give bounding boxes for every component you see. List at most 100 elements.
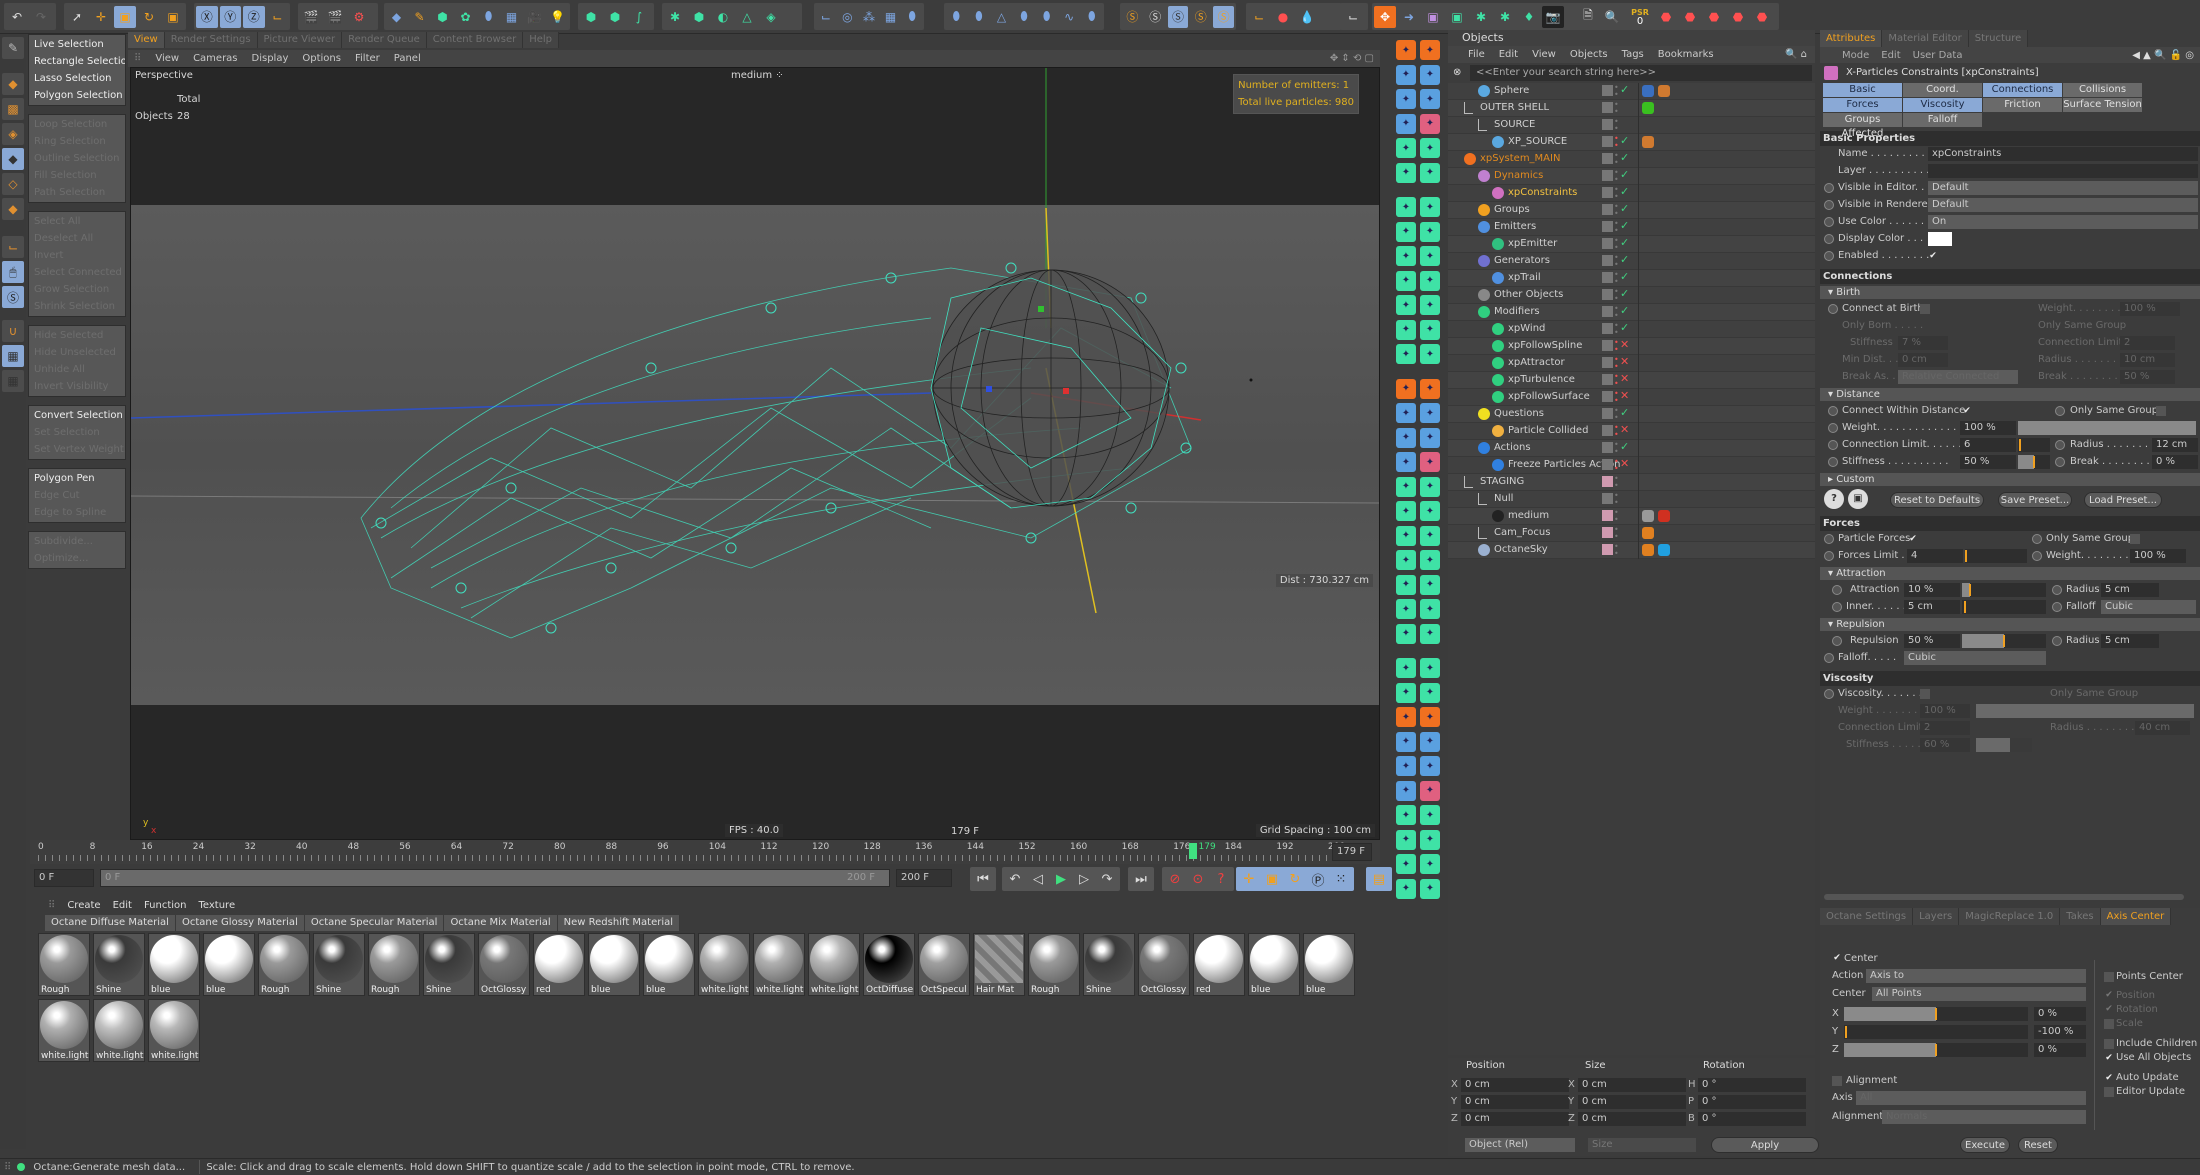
birth-stiffness-field[interactable]: 7 % [1898, 336, 1948, 350]
pointer-icon[interactable]: ➚ [66, 6, 88, 28]
tab-structure[interactable]: Structure [1968, 30, 2029, 47]
repulsion-group[interactable]: ▾ Repulsion [1820, 618, 2200, 631]
tab-axis-center[interactable]: Axis Center [2100, 908, 2172, 925]
cloner-icon[interactable]: ⬢ [580, 6, 602, 28]
reset-defaults-button[interactable]: Reset to Defaults [1890, 492, 1984, 508]
object-tag-icon[interactable] [1658, 544, 1670, 556]
apply-button[interactable]: Apply [1711, 1137, 1819, 1153]
anim-radio[interactable] [1832, 585, 1842, 595]
go-to-end-icon[interactable]: ⏭ [1131, 869, 1151, 889]
birth-group[interactable]: ▾ Birth [1820, 286, 2200, 299]
menu-item-hide-unselected[interactable]: Hide Unselected [29, 344, 125, 361]
tab-picture-viewer[interactable]: Picture Viewer [257, 32, 343, 48]
layer-visibility-toggle[interactable] [1602, 527, 1613, 538]
viewport-menu-filter[interactable]: Filter [355, 53, 380, 64]
distance-conn-limit-slider[interactable] [2018, 438, 2050, 452]
preset-octane-diffuse[interactable]: Octane Diffuse Material [45, 915, 176, 931]
attr-scrollbar[interactable] [1824, 894, 2184, 900]
search-icon[interactable]: 🔍 ⌂ [1785, 49, 1807, 60]
layer-visibility-toggle[interactable] [1602, 493, 1613, 504]
menu-item-path-selection[interactable]: Path Selection [29, 184, 125, 201]
xp-turbulence-icon[interactable]: ✦ [1420, 805, 1440, 825]
size-mode-dropdown[interactable]: Size [1588, 1138, 1696, 1152]
xp-modifier-icon[interactable]: ✦ [1420, 731, 1440, 752]
object-name[interactable]: Questions [1494, 408, 1544, 419]
tab-magicreplace[interactable]: MagicReplace 1.0 [1959, 908, 2061, 925]
disabled-x-icon[interactable]: ✕ [1620, 372, 1629, 385]
material-swatch[interactable]: Rough [1028, 933, 1080, 996]
object-name[interactable]: xpEmitter [1508, 238, 1557, 249]
menu-item-set-vertex-weight[interactable]: Set Vertex Weight... [29, 441, 125, 458]
rotation-field[interactable]: 0 ° [1698, 1112, 1806, 1126]
viewport-menu-display[interactable]: Display [252, 53, 289, 64]
viewport-nav-icons[interactable]: ✥ ⇕ ⟲ ▢ [1330, 53, 1374, 64]
last-tool-icon[interactable]: ▣ [162, 6, 184, 28]
xp-vortex-icon[interactable]: ✦ [1420, 344, 1440, 364]
break-as-dropdown[interactable]: Relative Connected [1898, 370, 2018, 384]
viewport-menu-panel[interactable]: Panel [394, 53, 421, 64]
attr-page-friction[interactable]: Friction [1983, 98, 2062, 112]
tracer-icon[interactable]: ∫ [628, 6, 650, 28]
layer-visibility-toggle[interactable] [1602, 170, 1613, 181]
object-row[interactable]: Null • • [1448, 491, 1815, 508]
layer-visibility-toggle[interactable] [1602, 408, 1613, 419]
xp-generator-icon[interactable]: ✦ [1396, 731, 1416, 752]
sketch-render-icon[interactable]: Ⓢ [1213, 5, 1234, 28]
editor-render-dots[interactable]: • • [1614, 237, 1619, 252]
scale-icon[interactable]: ▣ [114, 5, 136, 28]
material-swatch[interactable]: OctDiffuse [863, 933, 915, 996]
preset-new-redshift[interactable]: New Redshift Material [558, 915, 681, 931]
current-frame-field[interactable]: 179 F [1332, 843, 1372, 861]
playhead[interactable] [1188, 843, 1197, 859]
object-tag-icon[interactable] [1642, 510, 1654, 522]
random-effector-icon[interactable]: ⬢ [688, 6, 710, 28]
viscosity-conn-limit-field[interactable]: 2 [1920, 721, 1970, 735]
custom-group[interactable]: ▸ Custom [1820, 473, 2200, 486]
attraction-field[interactable]: 10 % [1904, 583, 1960, 597]
object-row[interactable]: STAGING • • [1448, 474, 1815, 491]
step-effector-icon[interactable]: ◈ [760, 6, 782, 28]
xp-freeze-icon[interactable]: ✦ [1420, 623, 1440, 644]
move-icon[interactable]: ✛ [90, 6, 112, 28]
tab-takes[interactable]: Takes [2060, 908, 2101, 925]
size-field[interactable]: 0 cm [1578, 1078, 1686, 1092]
object-row[interactable]: xpTrail • • ✓ [1448, 270, 1815, 287]
explode-icon[interactable]: ⬮ [1081, 6, 1102, 28]
xp-system-icon[interactable]: ✥ [1374, 5, 1396, 28]
center-checkbox[interactable]: ✔ [1832, 953, 1842, 963]
layer-visibility-toggle[interactable] [1602, 255, 1613, 266]
null-object-icon[interactable]: ⌙ [1342, 6, 1364, 28]
material-swatch[interactable]: white.light [808, 933, 860, 996]
material-swatch[interactable]: white.light [38, 999, 90, 1062]
object-row[interactable]: xpFollowSpline • • ✕ [1448, 338, 1815, 355]
keyframe-selection-icon[interactable]: ? [1211, 869, 1231, 889]
visible-editor-dropdown[interactable]: Default [1928, 181, 2198, 195]
execute-button[interactable]: Execute [1960, 1137, 2010, 1153]
distance-group[interactable]: ▾ Distance [1820, 388, 2200, 401]
object-row[interactable]: xpConstraints • • ✓ [1448, 185, 1815, 202]
xp-wind-icon[interactable]: ✦ [1396, 805, 1416, 825]
editor-render-dots[interactable]: • • [1614, 373, 1619, 388]
layer-visibility-toggle[interactable] [1602, 476, 1613, 487]
x-slider[interactable] [1844, 1007, 2028, 1021]
layer-visibility-toggle[interactable] [1602, 459, 1613, 470]
object-name[interactable]: Particle Collided [1508, 425, 1588, 436]
material-swatch[interactable]: OctGlossy [478, 933, 530, 996]
menu-item-invert-visibility[interactable]: Invert Visibility [29, 378, 125, 395]
menu-item-edge-to-spline[interactable]: Edge to Spline [29, 504, 125, 521]
next-key-icon[interactable]: ↷ [1097, 869, 1117, 889]
xp-emitter-icon[interactable]: ✦ [1420, 40, 1440, 60]
xp-physical-icon[interactable]: ✦ [1420, 319, 1440, 340]
xp-speed-icon[interactable]: ✦ [1396, 550, 1416, 570]
object-row[interactable]: Dynamics • • ✓ [1448, 168, 1815, 185]
x-field[interactable]: 0 % [2034, 1007, 2086, 1021]
viscosity-weight-slider[interactable] [1976, 704, 2194, 718]
render-picture-viewer-icon[interactable]: 🎬 [324, 6, 346, 28]
object-row[interactable]: Actions • • ✓ [1448, 440, 1815, 457]
xp-infect-icon[interactable]: ✦ [1396, 623, 1416, 644]
attr-page-groups-affected[interactable]: Groups Affected [1823, 113, 1902, 139]
enabled-check-icon[interactable]: ✓ [1620, 406, 1629, 419]
find-icon[interactable]: 🔍 [1601, 6, 1623, 28]
active-camera[interactable]: medium ⁘ [731, 70, 784, 81]
cube-icon[interactable]: ◆ [386, 6, 407, 28]
